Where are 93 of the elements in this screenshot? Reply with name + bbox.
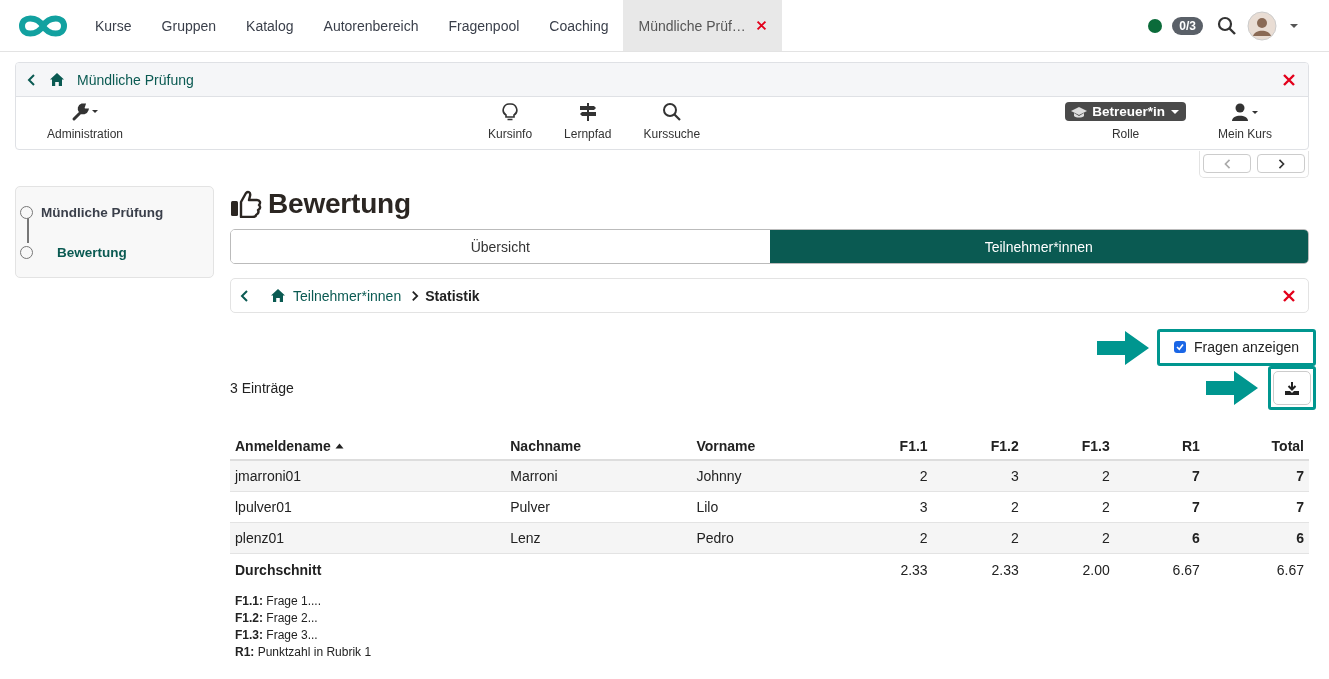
- table-cell: Marroni: [510, 468, 558, 484]
- toolbar-button[interactable]: Lernpfad: [548, 102, 628, 149]
- table-cell: plenz01: [235, 530, 285, 546]
- tree-node-icon: [20, 245, 33, 259]
- table-cell: 2: [1102, 530, 1110, 546]
- thumbs-up-icon: [230, 190, 262, 218]
- table-cell: Lilo: [696, 499, 719, 515]
- caret-icon: [1170, 108, 1180, 115]
- table-cell: 7: [1192, 468, 1200, 484]
- sidebar-item[interactable]: Mündliche Prüfung: [41, 204, 164, 220]
- table-cell: jmarroni01: [235, 468, 302, 484]
- home-icon: [270, 288, 286, 303]
- chevron-right-icon: [1276, 157, 1286, 170]
- chevron-left-icon: [1222, 157, 1232, 170]
- nav-tab[interactable]: Mündliche Prüf…: [623, 0, 782, 51]
- nav-tab[interactable]: Kurse: [80, 0, 147, 51]
- column-header[interactable]: R1: [1181, 437, 1200, 454]
- table-cell: 7: [1192, 499, 1200, 515]
- course-title-link[interactable]: Mündliche Prüfung: [77, 71, 194, 88]
- signpost-icon: [577, 102, 598, 122]
- nav-tab[interactable]: Fragenpool: [433, 0, 535, 51]
- column-header[interactable]: F1.2: [990, 437, 1019, 454]
- sort-up-icon: [334, 442, 344, 449]
- person-icon: [1231, 102, 1259, 122]
- nav-tab[interactable]: Gruppen: [146, 0, 232, 51]
- table-cell: Lenz: [510, 530, 541, 546]
- table-cell: 2.33: [900, 561, 928, 578]
- legend-line: F1.1: Frage 1....: [235, 593, 323, 610]
- table-cell: 6: [1296, 530, 1304, 546]
- arrow-drawing: [1096, 329, 1149, 366]
- table-cell: 7: [1296, 499, 1304, 515]
- graduation-cap-icon: [1071, 105, 1088, 118]
- table-cell: Pulver: [510, 499, 550, 515]
- segment-tab[interactable]: Teilnehmer*innen: [769, 230, 1308, 263]
- table-cell: Pedro: [696, 530, 734, 546]
- back-icon[interactable]: [26, 72, 37, 87]
- wrench-icon: [71, 102, 99, 122]
- breadcrumb-current: Statistik: [425, 287, 480, 304]
- legend-line: F1.2: Frage 2...: [235, 610, 319, 627]
- nav-tab[interactable]: Katalog: [231, 0, 309, 51]
- sidebar-item[interactable]: Bewertung: [57, 244, 127, 260]
- chevron-right-icon: [411, 289, 420, 302]
- nav-tab[interactable]: Autorenbereich: [308, 0, 434, 51]
- count-badge: 0/3: [1172, 16, 1203, 35]
- search-icon: [661, 102, 682, 122]
- table-cell: Durchschnitt: [235, 561, 322, 578]
- role-dropdown[interactable]: Betreuer*in: [1065, 102, 1186, 121]
- table-cell: Johnny: [696, 468, 742, 484]
- table-cell: 2: [919, 530, 928, 546]
- toolbar-button[interactable]: Kurssuche: [627, 102, 717, 149]
- toolbar-button[interactable]: Administration: [31, 102, 140, 149]
- table-cell: 2.00: [1082, 561, 1110, 578]
- nav-tab[interactable]: Coaching: [534, 0, 624, 51]
- table-cell: 2: [919, 468, 928, 484]
- table-cell: 2: [1010, 530, 1019, 546]
- toolbar-button[interactable]: Kursinfo: [472, 102, 549, 149]
- table-cell: 2.33: [991, 561, 1019, 578]
- table-cell: 2: [1010, 499, 1019, 515]
- avatar-icon[interactable]: [1247, 10, 1277, 41]
- table-cell: 6.67: [1172, 561, 1200, 578]
- close-icon[interactable]: [1282, 288, 1296, 303]
- table-cell: 6.67: [1276, 561, 1304, 578]
- table-cell: 7: [1296, 468, 1304, 484]
- page-title: Bewertung: [268, 188, 411, 220]
- column-header[interactable]: Nachname: [510, 437, 582, 454]
- entry-count: 3 Einträge: [230, 380, 294, 396]
- legend-line: R1: Punktzahl in Rubrik 1: [235, 644, 373, 661]
- role-label: Rolle: [1111, 127, 1140, 141]
- table-cell: lpulver01: [235, 499, 292, 515]
- home-icon: [49, 72, 65, 87]
- back-icon[interactable]: [239, 288, 250, 303]
- caret-icon[interactable]: [1289, 22, 1299, 29]
- toolbar-button[interactable]: Mein Kurs: [1202, 102, 1288, 149]
- column-header[interactable]: Total: [1271, 437, 1304, 454]
- checkbox[interactable]: [1173, 341, 1186, 353]
- column-header[interactable]: Vorname: [696, 437, 756, 454]
- table-cell: 2: [1102, 499, 1110, 515]
- close-icon[interactable]: [1282, 72, 1296, 87]
- column-header[interactable]: Anmeldename: [235, 437, 344, 454]
- table-cell: 3: [919, 499, 928, 515]
- download-icon: [1285, 381, 1299, 395]
- check-icon: [1175, 343, 1184, 351]
- table-cell: 2: [1102, 468, 1110, 484]
- close-icon[interactable]: [755, 20, 767, 31]
- table-cell: 3: [1010, 468, 1019, 484]
- table-cell: 6: [1192, 530, 1200, 546]
- breadcrumb-link[interactable]: Teilnehmer*innen: [293, 287, 402, 304]
- legend-line: F1.3: Frage 3...: [235, 627, 319, 644]
- arrow-drawing: [1206, 370, 1258, 406]
- column-header[interactable]: F1.1: [899, 437, 928, 454]
- search-icon[interactable]: [1217, 15, 1237, 36]
- lightbulb-icon: [500, 102, 521, 122]
- column-header[interactable]: F1.3: [1081, 437, 1110, 454]
